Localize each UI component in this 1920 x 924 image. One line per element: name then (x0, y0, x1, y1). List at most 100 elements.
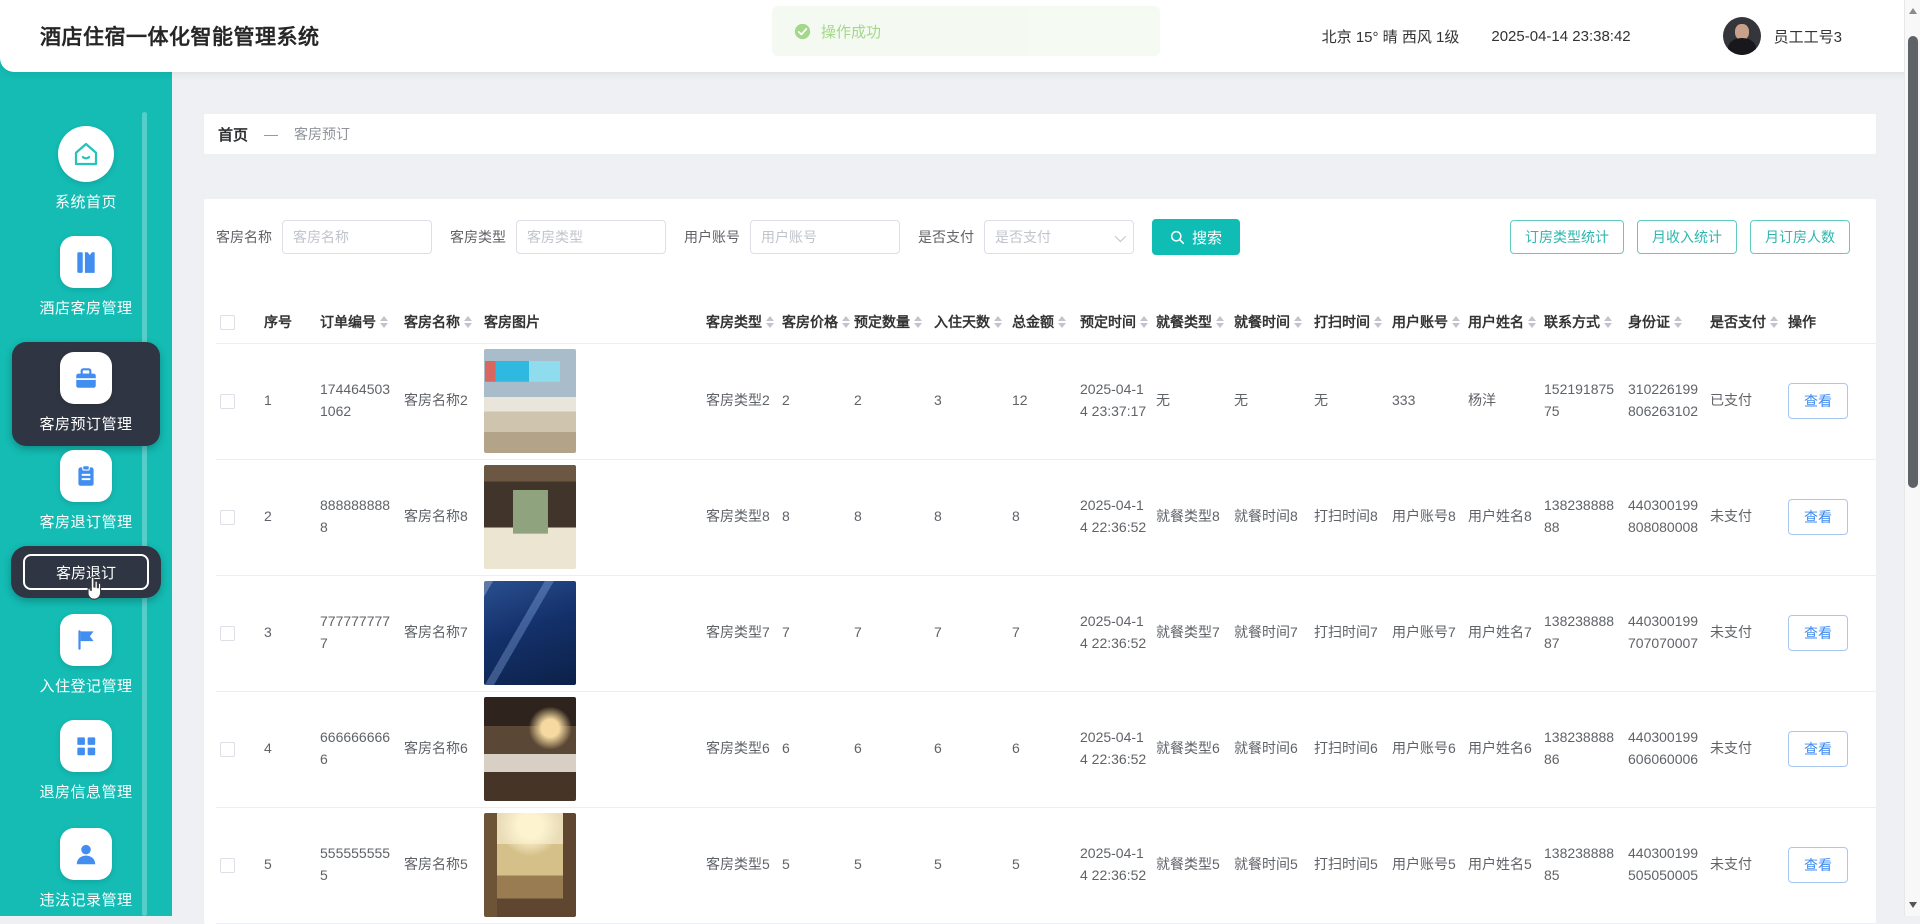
sort-caret-icon[interactable] (1140, 316, 1148, 328)
cell-phone: 15219187575 (1540, 343, 1624, 459)
column-header-meal_time: 就餐时间 (1230, 301, 1310, 343)
account-input[interactable] (750, 220, 900, 254)
cell-checkbox (216, 343, 260, 459)
column-label: 打扫时间 (1314, 312, 1370, 332)
sort-caret-icon[interactable] (380, 316, 388, 328)
filter-label-room-type: 客房类型 (450, 227, 506, 247)
room-name-input[interactable] (282, 220, 432, 254)
cell-price: 5 (778, 807, 850, 923)
cell-clean_time: 打扫时间5 (1310, 807, 1388, 923)
avatar[interactable] (1723, 17, 1761, 55)
cell-index: 5 (260, 807, 316, 923)
room-type-input[interactable] (516, 220, 666, 254)
cell-quantity: 6 (850, 691, 930, 807)
cell-clean_time: 打扫时间8 (1310, 459, 1388, 575)
cell-photo (480, 691, 702, 807)
room-photo (484, 349, 576, 453)
sort-caret-icon[interactable] (994, 316, 1002, 328)
room-photo (484, 813, 576, 917)
scroll-up-arrow-icon[interactable] (1909, 8, 1917, 14)
sort-caret-icon[interactable] (1604, 316, 1612, 328)
cell-username: 用户姓名5 (1464, 807, 1540, 923)
sort-caret-icon[interactable] (914, 316, 922, 328)
view-button[interactable]: 查看 (1788, 499, 1848, 535)
sort-caret-icon[interactable] (464, 316, 472, 328)
cell-action: 查看 (1784, 459, 1876, 575)
column-label: 预定时间 (1080, 312, 1136, 332)
sidebar-item-label: 违法记录管理 (39, 889, 132, 910)
breadcrumb: 首页 — 客房预订 (204, 114, 1876, 154)
datetime: 2025-04-14 23:38:42 (1491, 28, 1630, 45)
cell-meal_time: 就餐时间7 (1230, 575, 1310, 691)
scrollbar-thumb[interactable] (1908, 36, 1918, 488)
column-label: 是否支付 (1710, 312, 1766, 332)
booking-panel: 客房名称 客房类型 用户账号 是否支付 是否支付 搜索 订房类型统计 月收入统计 (204, 199, 1876, 924)
cell-days: 8 (930, 459, 1008, 575)
sort-caret-icon[interactable] (1058, 316, 1066, 328)
cell-total: 8 (1008, 459, 1076, 575)
chevron-down-icon (1115, 231, 1126, 242)
flag-icon (60, 614, 112, 666)
sort-caret-icon[interactable] (1770, 316, 1778, 328)
scroll-down-arrow-icon[interactable] (1909, 902, 1917, 908)
cell-clean_time: 打扫时间7 (1310, 575, 1388, 691)
sidebar-item-room-cancel[interactable]: 客房退订 (11, 546, 161, 598)
column-header-order_no: 订单编号 (316, 301, 400, 343)
cell-id_card: 440300199505050005 (1624, 807, 1706, 923)
paid-select[interactable]: 是否支付 (984, 220, 1134, 254)
home-icon (58, 126, 114, 182)
column-header-paid: 是否支付 (1706, 301, 1784, 343)
cell-book_time: 2025-04-14 23:37:17 (1076, 343, 1152, 459)
search-button[interactable]: 搜索 (1152, 219, 1240, 255)
row-checkbox[interactable] (220, 394, 235, 409)
breadcrumb-home[interactable]: 首页 (218, 124, 248, 145)
sidebar-item-hotel-rooms[interactable]: 酒店客房管理 (0, 236, 172, 318)
monthly-bookings-button[interactable]: 月订房人数 (1750, 220, 1850, 254)
cell-meal_type: 就餐类型8 (1152, 459, 1230, 575)
cell-total: 5 (1008, 807, 1076, 923)
select-all-checkbox[interactable] (220, 315, 235, 330)
row-checkbox[interactable] (220, 742, 235, 757)
cell-quantity: 8 (850, 459, 930, 575)
cell-book_time: 2025-04-14 22:36:52 (1076, 691, 1152, 807)
sort-caret-icon[interactable] (1374, 316, 1382, 328)
current-user[interactable]: 员工工号3 (1774, 26, 1842, 47)
row-checkbox[interactable] (220, 510, 235, 525)
sidebar-item-label: 入住登记管理 (39, 675, 132, 696)
cell-room_name: 客房名称5 (400, 807, 480, 923)
breadcrumb-separator: — (264, 126, 278, 142)
sort-caret-icon[interactable] (842, 316, 850, 328)
view-button[interactable]: 查看 (1788, 615, 1848, 651)
sort-caret-icon[interactable] (1216, 316, 1224, 328)
sidebar-item-violation-records[interactable]: 违法记录管理 (0, 828, 172, 910)
cell-days: 3 (930, 343, 1008, 459)
cell-account: 333 (1388, 343, 1464, 459)
view-button[interactable]: 查看 (1788, 383, 1848, 419)
view-button[interactable]: 查看 (1788, 731, 1848, 767)
cell-room_type: 客房类型8 (702, 459, 778, 575)
sort-caret-icon[interactable] (1528, 316, 1536, 328)
sidebar-item-checkin[interactable]: 入住登记管理 (0, 614, 172, 696)
row-checkbox[interactable] (220, 858, 235, 873)
monthly-income-stats-button[interactable]: 月收入统计 (1637, 220, 1737, 254)
column-label: 客房类型 (706, 312, 762, 332)
cell-quantity: 5 (850, 807, 930, 923)
cell-room_type: 客房类型7 (702, 575, 778, 691)
vertical-scrollbar[interactable] (1904, 0, 1920, 916)
row-checkbox[interactable] (220, 626, 235, 641)
sort-caret-icon[interactable] (1674, 316, 1682, 328)
cell-room_name: 客房名称2 (400, 343, 480, 459)
sort-caret-icon[interactable] (766, 316, 774, 328)
sidebar-item-home[interactable]: 系统首页 (0, 126, 172, 212)
cell-checkbox (216, 807, 260, 923)
sidebar-item-room-cancel-mgmt[interactable]: 客房退订管理 (0, 450, 172, 532)
sidebar-item-room-booking[interactable]: 客房预订管理 (12, 342, 160, 446)
cell-quantity: 7 (850, 575, 930, 691)
view-button[interactable]: 查看 (1788, 847, 1848, 883)
sidebar-item-checkout-info[interactable]: 退房信息管理 (0, 720, 172, 802)
cell-order_no: 1744645031062 (316, 343, 400, 459)
sort-caret-icon[interactable] (1452, 316, 1460, 328)
booking-type-stats-button[interactable]: 订房类型统计 (1510, 220, 1624, 254)
column-label: 客房价格 (782, 312, 838, 332)
sort-caret-icon[interactable] (1294, 316, 1302, 328)
